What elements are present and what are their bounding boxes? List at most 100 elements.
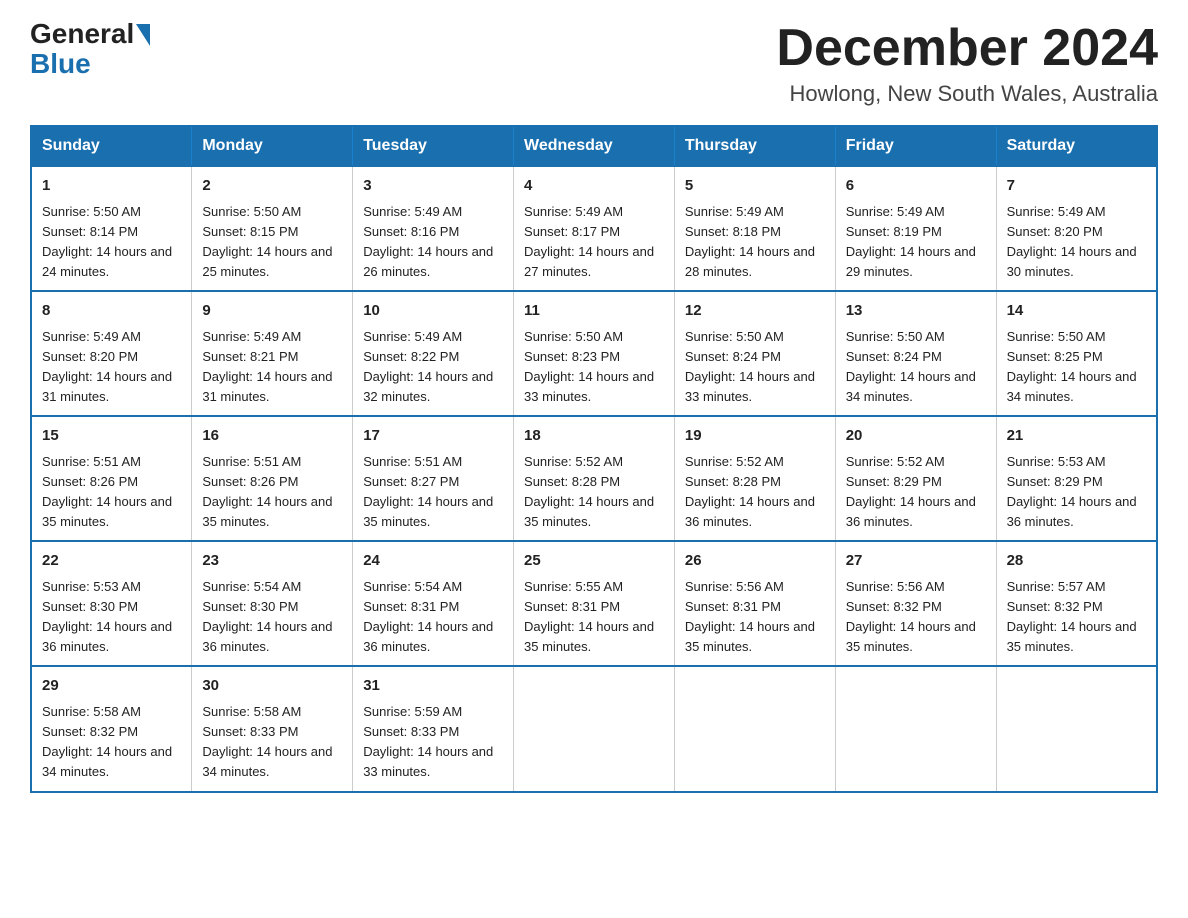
day-info: Sunrise: 5:56 AMSunset: 8:32 PMDaylight:… (846, 577, 986, 658)
title-area: December 2024 Howlong, New South Wales, … (776, 20, 1158, 107)
calendar-cell: 13Sunrise: 5:50 AMSunset: 8:24 PMDayligh… (835, 291, 996, 416)
day-number: 1 (42, 175, 181, 198)
day-number: 7 (1007, 175, 1146, 198)
day-number: 8 (42, 300, 181, 323)
day-number: 5 (685, 175, 825, 198)
day-number: 9 (202, 300, 342, 323)
day-info: Sunrise: 5:58 AMSunset: 8:32 PMDaylight:… (42, 702, 181, 783)
day-info: Sunrise: 5:50 AMSunset: 8:24 PMDaylight:… (685, 327, 825, 408)
calendar-cell: 22 Sunrise: 5:53 AMSunset: 8:30 PMDayligh… (31, 541, 192, 666)
day-info: Sunrise: 5:49 AMSunset: 8:22 PMDaylight:… (363, 327, 503, 408)
calendar-cell: 21 Sunrise: 5:53 AMSunset: 8:29 PMDayligh… (996, 416, 1157, 541)
day-number: 15 (42, 425, 181, 448)
day-info: Sunrise: 5:50 AMSunset: 8:14 PMDaylight:… (42, 202, 181, 283)
day-number: 6 (846, 175, 986, 198)
day-number: 24 (363, 550, 503, 573)
calendar-cell: 3 Sunrise: 5:49 AMSunset: 8:16 PMDaylight… (353, 166, 514, 291)
calendar-cell: 23 Sunrise: 5:54 AMSunset: 8:30 PMDayligh… (192, 541, 353, 666)
calendar-table: SundayMondayTuesdayWednesdayThursdayFrid… (30, 125, 1158, 792)
calendar-header-row: SundayMondayTuesdayWednesdayThursdayFrid… (31, 126, 1157, 166)
calendar-cell: 31 Sunrise: 5:59 AMSunset: 8:33 PMDayligh… (353, 666, 514, 791)
day-number: 16 (202, 425, 342, 448)
day-number: 22 (42, 550, 181, 573)
day-info: Sunrise: 5:49 AMSunset: 8:19 PMDaylight:… (846, 202, 986, 283)
day-info: Sunrise: 5:53 AMSunset: 8:29 PMDaylight:… (1007, 452, 1146, 533)
day-number: 4 (524, 175, 664, 198)
day-info: Sunrise: 5:51 AMSunset: 8:27 PMDaylight:… (363, 452, 503, 533)
calendar-cell: 4Sunrise: 5:49 AMSunset: 8:17 PMDaylight… (514, 166, 675, 291)
day-info: Sunrise: 5:54 AMSunset: 8:30 PMDaylight:… (202, 577, 342, 658)
calendar-header-tuesday: Tuesday (353, 126, 514, 166)
logo-general-text: General (30, 20, 134, 48)
calendar-week-row: 15 Sunrise: 5:51 AMSunset: 8:26 PMDayligh… (31, 416, 1157, 541)
day-number: 12 (685, 300, 825, 323)
calendar-cell: 7 Sunrise: 5:49 AMSunset: 8:20 PMDaylight… (996, 166, 1157, 291)
day-info: Sunrise: 5:49 AMSunset: 8:20 PMDaylight:… (1007, 202, 1146, 283)
calendar-cell: 28Sunrise: 5:57 AMSunset: 8:32 PMDayligh… (996, 541, 1157, 666)
day-number: 31 (363, 675, 503, 698)
calendar-cell: 14Sunrise: 5:50 AMSunset: 8:25 PMDayligh… (996, 291, 1157, 416)
day-info: Sunrise: 5:52 AMSunset: 8:28 PMDaylight:… (524, 452, 664, 533)
day-number: 17 (363, 425, 503, 448)
day-info: Sunrise: 5:50 AMSunset: 8:23 PMDaylight:… (524, 327, 664, 408)
day-info: Sunrise: 5:50 AMSunset: 8:15 PMDaylight:… (202, 202, 342, 283)
calendar-cell: 25Sunrise: 5:55 AMSunset: 8:31 PMDayligh… (514, 541, 675, 666)
calendar-header-thursday: Thursday (674, 126, 835, 166)
day-info: Sunrise: 5:50 AMSunset: 8:25 PMDaylight:… (1007, 327, 1146, 408)
calendar-week-row: 29 Sunrise: 5:58 AMSunset: 8:32 PMDayligh… (31, 666, 1157, 791)
calendar-cell: 17 Sunrise: 5:51 AMSunset: 8:27 PMDayligh… (353, 416, 514, 541)
day-number: 13 (846, 300, 986, 323)
logo: General Blue (30, 20, 150, 80)
day-number: 23 (202, 550, 342, 573)
calendar-cell: 16 Sunrise: 5:51 AMSunset: 8:26 PMDayligh… (192, 416, 353, 541)
day-info: Sunrise: 5:53 AMSunset: 8:30 PMDaylight:… (42, 577, 181, 658)
calendar-cell: 20Sunrise: 5:52 AMSunset: 8:29 PMDayligh… (835, 416, 996, 541)
day-number: 11 (524, 300, 664, 323)
location-title: Howlong, New South Wales, Australia (776, 81, 1158, 107)
calendar-cell: 8 Sunrise: 5:49 AMSunset: 8:20 PMDaylight… (31, 291, 192, 416)
day-number: 10 (363, 300, 503, 323)
calendar-header-monday: Monday (192, 126, 353, 166)
day-info: Sunrise: 5:51 AMSunset: 8:26 PMDaylight:… (42, 452, 181, 533)
month-title: December 2024 (776, 20, 1158, 77)
day-info: Sunrise: 5:59 AMSunset: 8:33 PMDaylight:… (363, 702, 503, 783)
logo-blue-text: Blue (30, 48, 91, 80)
day-info: Sunrise: 5:49 AMSunset: 8:20 PMDaylight:… (42, 327, 181, 408)
calendar-cell: 10 Sunrise: 5:49 AMSunset: 8:22 PMDayligh… (353, 291, 514, 416)
calendar-cell: 6 Sunrise: 5:49 AMSunset: 8:19 PMDaylight… (835, 166, 996, 291)
calendar-cell: 30 Sunrise: 5:58 AMSunset: 8:33 PMDayligh… (192, 666, 353, 791)
calendar-cell: 27Sunrise: 5:56 AMSunset: 8:32 PMDayligh… (835, 541, 996, 666)
calendar-header-friday: Friday (835, 126, 996, 166)
calendar-cell: 18Sunrise: 5:52 AMSunset: 8:28 PMDayligh… (514, 416, 675, 541)
day-number: 21 (1007, 425, 1146, 448)
day-info: Sunrise: 5:58 AMSunset: 8:33 PMDaylight:… (202, 702, 342, 783)
day-number: 3 (363, 175, 503, 198)
calendar-cell: 12 Sunrise: 5:50 AMSunset: 8:24 PMDayligh… (674, 291, 835, 416)
calendar-week-row: 22 Sunrise: 5:53 AMSunset: 8:30 PMDayligh… (31, 541, 1157, 666)
day-number: 30 (202, 675, 342, 698)
calendar-cell (674, 666, 835, 791)
day-number: 26 (685, 550, 825, 573)
calendar-cell: 11 Sunrise: 5:50 AMSunset: 8:23 PMDayligh… (514, 291, 675, 416)
calendar-header-wednesday: Wednesday (514, 126, 675, 166)
day-number: 20 (846, 425, 986, 448)
day-info: Sunrise: 5:52 AMSunset: 8:28 PMDaylight:… (685, 452, 825, 533)
calendar-cell: 9 Sunrise: 5:49 AMSunset: 8:21 PMDaylight… (192, 291, 353, 416)
calendar-cell: 19Sunrise: 5:52 AMSunset: 8:28 PMDayligh… (674, 416, 835, 541)
calendar-header-sunday: Sunday (31, 126, 192, 166)
day-info: Sunrise: 5:49 AMSunset: 8:21 PMDaylight:… (202, 327, 342, 408)
calendar-week-row: 1 Sunrise: 5:50 AMSunset: 8:14 PMDaylight… (31, 166, 1157, 291)
day-info: Sunrise: 5:49 AMSunset: 8:16 PMDaylight:… (363, 202, 503, 283)
calendar-cell (835, 666, 996, 791)
calendar-cell: 1 Sunrise: 5:50 AMSunset: 8:14 PMDaylight… (31, 166, 192, 291)
day-number: 2 (202, 175, 342, 198)
calendar-cell: 15 Sunrise: 5:51 AMSunset: 8:26 PMDayligh… (31, 416, 192, 541)
calendar-cell: 29 Sunrise: 5:58 AMSunset: 8:32 PMDayligh… (31, 666, 192, 791)
calendar-header-saturday: Saturday (996, 126, 1157, 166)
calendar-cell (514, 666, 675, 791)
calendar-week-row: 8 Sunrise: 5:49 AMSunset: 8:20 PMDaylight… (31, 291, 1157, 416)
day-number: 29 (42, 675, 181, 698)
day-info: Sunrise: 5:57 AMSunset: 8:32 PMDaylight:… (1007, 577, 1146, 658)
calendar-cell: 26Sunrise: 5:56 AMSunset: 8:31 PMDayligh… (674, 541, 835, 666)
day-info: Sunrise: 5:51 AMSunset: 8:26 PMDaylight:… (202, 452, 342, 533)
